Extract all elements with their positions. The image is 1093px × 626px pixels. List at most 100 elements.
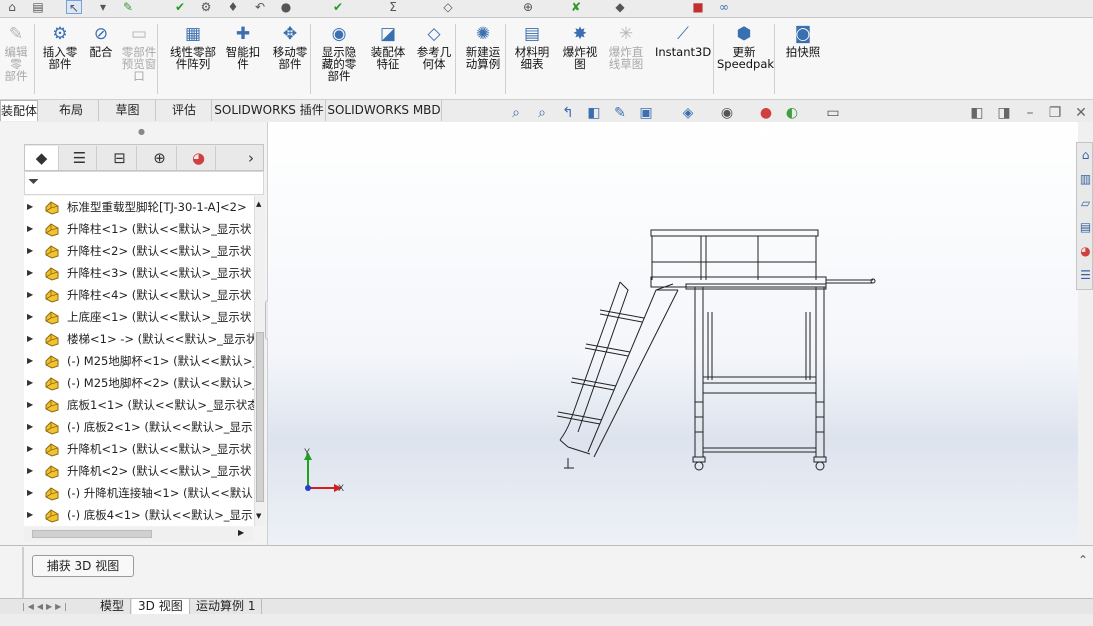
tree-item[interactable]: ▶ 底板1<1> (默认<<默认>_显示状态	[24, 394, 254, 416]
appearance-icon[interactable]: ●	[757, 104, 775, 122]
feature-manager-tab-icon[interactable]: ◆	[25, 146, 59, 170]
ribbon-button-new-motion-study[interactable]: ✺ 新建运 动算例	[461, 22, 505, 70]
expand-arrow-icon[interactable]: ▶	[27, 328, 33, 350]
tree-item[interactable]: ▶ (-) M25地脚杯<1> (默认<<默认>_	[24, 350, 254, 372]
display-style-icon[interactable]: ◈	[679, 104, 697, 122]
accept-icon[interactable]: ✘	[568, 0, 584, 14]
confirm-icon[interactable]: ✔	[330, 0, 346, 14]
view-settings-icon[interactable]: ▭	[824, 104, 842, 122]
expand-arrow-icon[interactable]: ▶	[27, 372, 33, 394]
panel-grip-icon[interactable]: ●	[138, 127, 145, 136]
measure-icon[interactable]: ⊕	[520, 0, 536, 14]
scroll-up-icon[interactable]: ▲	[256, 200, 261, 208]
expand-arrow-icon[interactable]: ▶	[27, 218, 33, 240]
chevron-right-icon[interactable]: ›	[241, 146, 261, 170]
custom-properties-icon[interactable]: ☰	[1078, 265, 1093, 285]
expand-arrow-icon[interactable]: ▶	[27, 482, 33, 504]
tree-item[interactable]: ▶ 升降机<1> (默认<<默认>_显示状	[24, 438, 254, 460]
zoom-area-icon[interactable]: ⌕	[533, 104, 551, 122]
select-icon[interactable]: ↖	[66, 0, 82, 15]
tree-item[interactable]: ▶ (-) 底板2<1> (默认<<默认>_显示	[24, 416, 254, 438]
tree-horizontal-scrollbar[interactable]: ▶	[24, 527, 254, 541]
configuration-manager-tab-icon[interactable]: ⊟	[103, 146, 137, 170]
h-scroll-thumb[interactable]	[32, 530, 152, 538]
section-icon[interactable]: ◆	[612, 0, 628, 14]
graphics-area[interactable]: Y X	[268, 122, 1078, 545]
ribbon-button-speedpak[interactable]: ⬢ 更新 Speedpak	[717, 22, 774, 70]
undo-icon[interactable]: ↶	[252, 0, 268, 14]
filter-icon[interactable]: ⏷	[28, 174, 39, 190]
tree-item[interactable]: ▶ (-) 升降机连接轴<1> (默认<<默认	[24, 482, 254, 504]
rebuild-icon[interactable]: ✎	[120, 0, 136, 14]
hide-show-icon[interactable]: ◉	[718, 104, 736, 122]
tree-item[interactable]: ▶ 升降柱<3> (默认<<默认>_显示状	[24, 262, 254, 284]
ribbon-button-reference-geometry[interactable]: ◇ 参考几 何体	[414, 22, 454, 70]
tree-item[interactable]: ▶ (-) M25地脚杯<2> (默认<<默认>_	[24, 372, 254, 394]
hide-icon[interactable]: ◇	[440, 0, 456, 14]
tab-evaluate[interactable]: 评估	[157, 100, 212, 121]
stop-icon[interactable]: ■	[690, 0, 706, 14]
section-view-icon[interactable]: ◧	[585, 104, 603, 122]
tab-assembly[interactable]: 装配体	[0, 100, 38, 121]
tree-item[interactable]: ▶ 升降柱<2> (默认<<默认>_显示状	[24, 240, 254, 262]
expand-arrow-icon[interactable]: ▶	[27, 284, 33, 306]
expand-arrow-icon[interactable]: ▶	[27, 394, 33, 416]
property-manager-tab-icon[interactable]: ☰	[63, 146, 97, 170]
tree-item[interactable]: ▶ 楼梯<1> -> (默认<<默认>_显示状	[24, 328, 254, 350]
file-explorer-icon[interactable]: ▱	[1078, 193, 1093, 213]
scroll-right-icon[interactable]: ▶	[238, 528, 244, 537]
home-icon[interactable]: ⌂	[1078, 145, 1093, 165]
design-library-icon[interactable]: ▥	[1078, 169, 1093, 189]
view-orientation-icon[interactable]: ▣	[637, 104, 655, 122]
capture-3d-view-button[interactable]: 捕获 3D 视图	[32, 555, 134, 577]
tab-solidworks-addins[interactable]: SOLIDWORKS 插件	[213, 100, 326, 121]
ribbon-button-assembly-features[interactable]: ◪ 装配体 特征	[366, 22, 410, 70]
ribbon-button-exploded-view[interactable]: ✸ 爆炸视 图	[560, 22, 600, 70]
tree-item[interactable]: ▶ 升降柱<4> (默认<<默认>_显示状	[24, 284, 254, 306]
tree-vertical-scrollbar[interactable]: ▲ ▼	[254, 196, 265, 526]
tab-solidworks-mbd[interactable]: SOLIDWORKS MBD	[327, 100, 442, 121]
filter-bar[interactable]: ⏷	[24, 171, 264, 195]
ribbon-button-edit-component[interactable]: ✎ 编辑零 部件	[0, 22, 32, 82]
view-palette-icon[interactable]: ▤	[1078, 217, 1093, 237]
expand-arrow-icon[interactable]: ▶	[27, 438, 33, 460]
expand-arrow-icon[interactable]: ▶	[27, 196, 33, 218]
scroll-down-icon[interactable]: ▼	[256, 512, 261, 520]
ribbon-button-mate[interactable]: ⊘ 配合	[86, 22, 116, 58]
dimxpert-tab-icon[interactable]: ⊕	[143, 146, 177, 170]
tab-nav-arrows-icon[interactable]: |◀◀▶▶|	[22, 600, 86, 613]
chevron-down-icon[interactable]: ▾	[95, 0, 111, 14]
expand-arrow-icon[interactable]: ▶	[27, 262, 33, 284]
tool-icon[interactable]: ⚙	[198, 0, 214, 14]
scroll-thumb[interactable]	[256, 332, 264, 502]
ribbon-button-linear-pattern[interactable]: ▦ 线性零部 件阵列	[166, 22, 220, 70]
tab-layout[interactable]: 布局	[44, 100, 99, 121]
ribbon-button-move-component[interactable]: ✥ 移动零 部件	[268, 22, 312, 70]
zoom-to-fit-icon[interactable]: ⌕	[507, 104, 525, 122]
tree-item[interactable]: ▶ 升降柱<1> (默认<<默认>_显示状	[24, 218, 254, 240]
chevron-up-icon[interactable]: ⌃	[1078, 553, 1088, 567]
tree-item[interactable]: ▶ 标准型重载型脚轮[TJ-30-1-A]<2>	[24, 196, 254, 218]
maximize-icon[interactable]: ❐	[1046, 104, 1064, 122]
previous-view-icon[interactable]: ↰	[559, 104, 577, 122]
minimize-icon[interactable]: –	[1021, 104, 1039, 122]
dynamic-annotation-icon[interactable]: ✎	[611, 104, 629, 122]
tab-motion-study[interactable]: 运动算例 1	[190, 599, 263, 614]
ribbon-button-snapshot[interactable]: ◙ 拍快照	[781, 22, 825, 58]
ribbon-button-explode-line-sketch[interactable]: ✳ 爆炸直 线草图	[606, 22, 646, 70]
ribbon-button-insert-component[interactable]: ⚙ 插入零 部件	[38, 22, 82, 70]
expand-arrow-icon[interactable]: ▶	[27, 460, 33, 482]
ribbon-button-component-preview[interactable]: ▭ 零部件 预览窗 口	[118, 22, 160, 82]
tree-item[interactable]: ▶ 上底座<1> (默认<<默认>_显示状	[24, 306, 254, 328]
appearances-icon[interactable]: ◕	[1078, 241, 1093, 261]
check-icon[interactable]: ✔	[172, 0, 188, 14]
expand-arrow-icon[interactable]: ▶	[27, 350, 33, 372]
display-manager-tab-icon[interactable]: ◕	[182, 146, 216, 170]
ribbon-button-instant3d[interactable]: ⟋ Instant3D	[655, 22, 711, 58]
close-icon[interactable]: ✕	[1072, 104, 1090, 122]
restore-right-icon[interactable]: ◨	[995, 104, 1013, 122]
ribbon-button-bom[interactable]: ▤ 材料明 细表	[512, 22, 552, 70]
tree-item[interactable]: ▶ (-) 底板4<1> (默认<<默认>_显示	[24, 504, 254, 526]
tab-model[interactable]: 模型	[94, 599, 132, 614]
tab-3d-view[interactable]: 3D 视图	[132, 599, 190, 614]
